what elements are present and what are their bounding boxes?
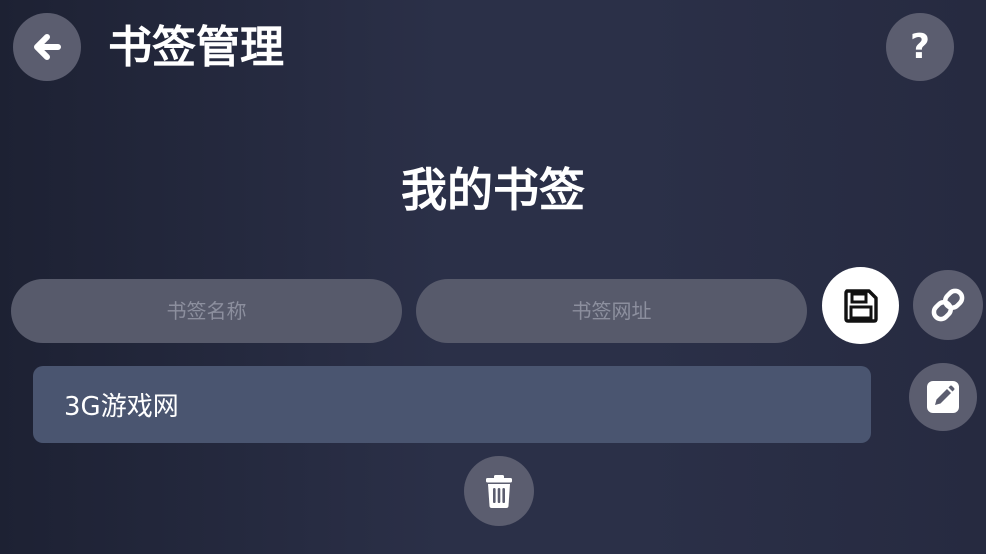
save-button[interactable] [822, 267, 899, 344]
bookmark-manager-screen: 书签管理 ? 我的书签 3G游戏网 [0, 0, 986, 554]
bookmark-url-input[interactable] [416, 279, 807, 343]
link-icon [931, 288, 965, 322]
delete-button[interactable] [464, 456, 534, 526]
edit-button[interactable] [909, 363, 977, 431]
back-button[interactable] [13, 13, 81, 81]
help-label: ? [910, 27, 930, 67]
link-button[interactable] [913, 270, 983, 340]
trash-icon [486, 475, 512, 508]
bookmark-item[interactable]: 3G游戏网 [33, 366, 871, 443]
arrow-left-icon [34, 34, 61, 60]
floppy-disk-icon [843, 288, 878, 323]
pencil-square-icon [927, 381, 959, 413]
page-title: 书签管理 [108, 22, 284, 73]
bookmark-item-label: 3G游戏网 [64, 392, 179, 422]
section-title: 我的书签 [401, 163, 585, 217]
help-button[interactable]: ? [886, 13, 954, 81]
bookmark-name-input[interactable] [11, 279, 402, 343]
